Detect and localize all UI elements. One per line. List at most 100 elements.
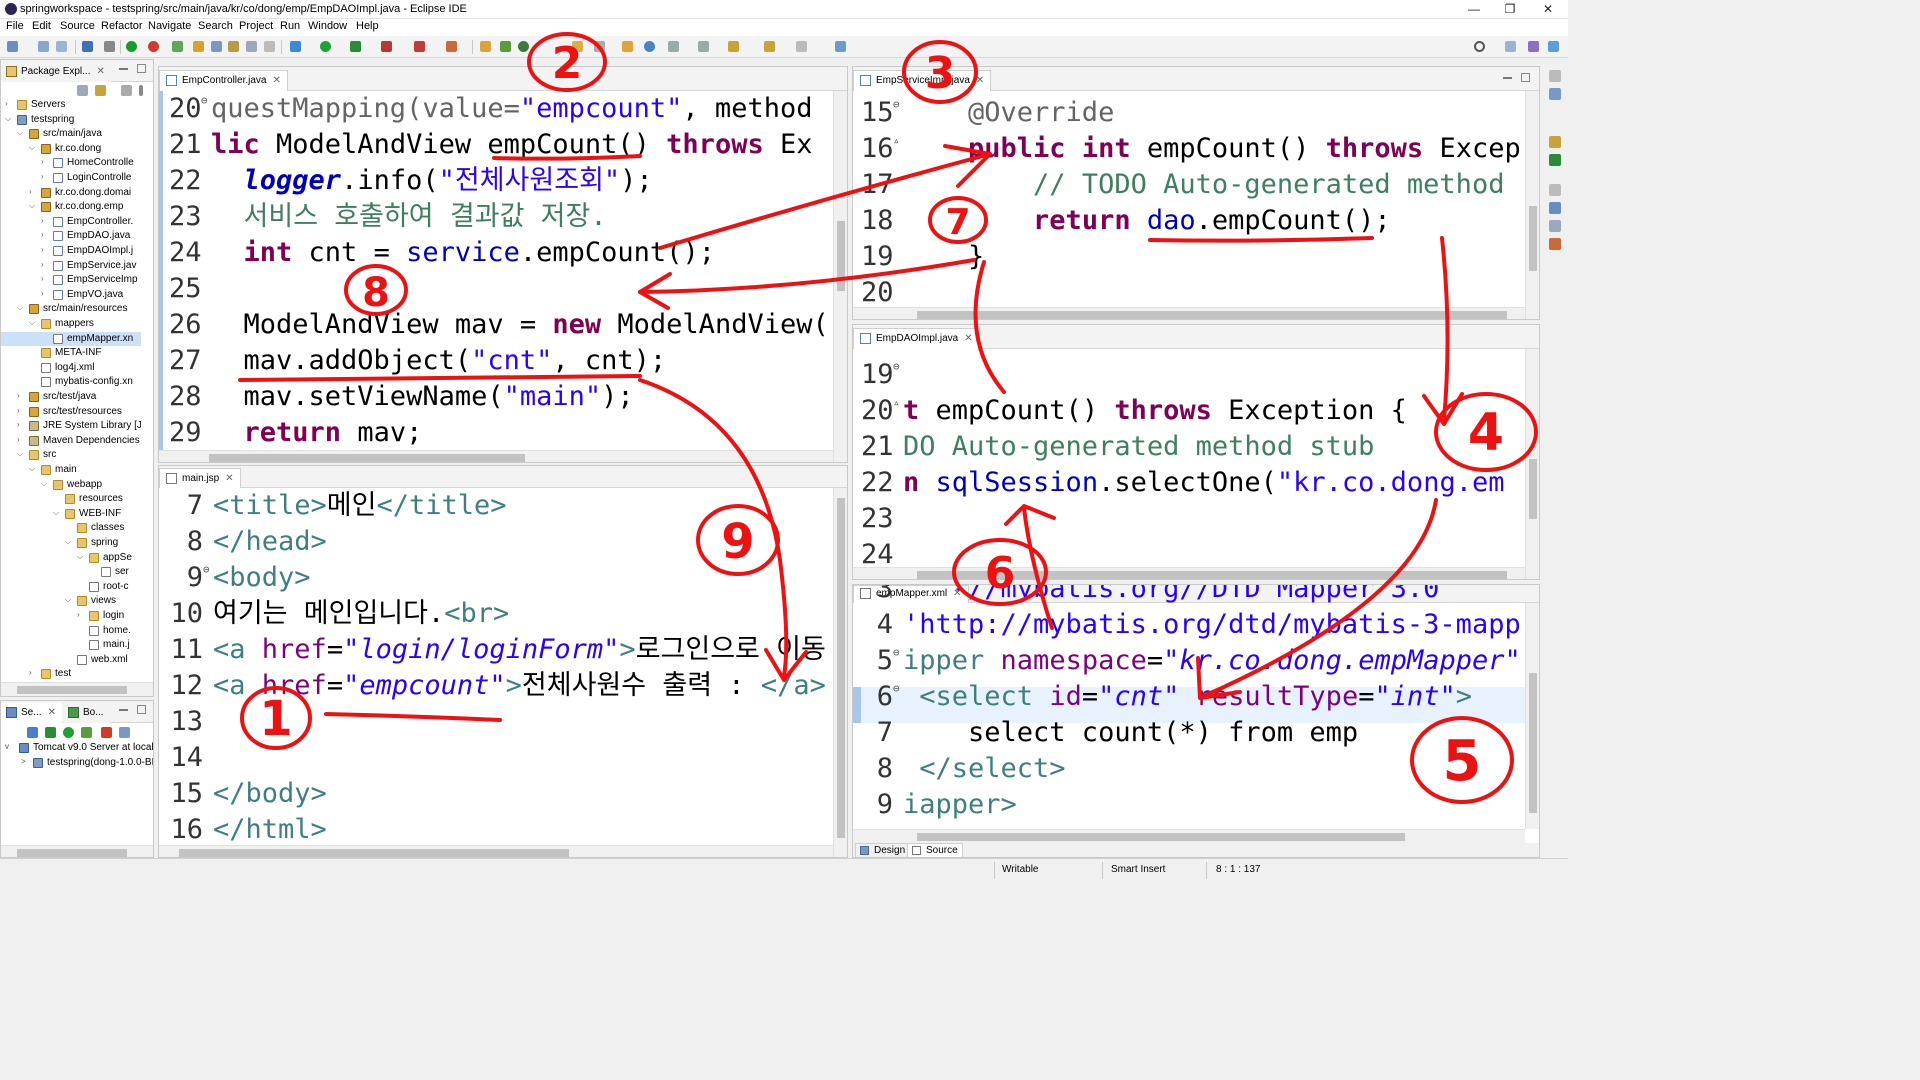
tree-item[interactable]: root-c [1, 580, 141, 594]
daoimpl-code[interactable]: 19⊖ 20▵ t empCount() throws Exception {21 D… [861, 357, 1525, 571]
tree-item[interactable]: › EmpVO.java [1, 288, 141, 302]
coverage-icon[interactable] [350, 41, 361, 52]
tab-emp-controller[interactable]: EmpController.java ✕ [159, 70, 288, 91]
tree-item[interactable]: › EmpController. [1, 215, 141, 229]
mapper-hscroll-thumb[interactable] [917, 833, 1405, 841]
restore-icon-2[interactable] [1549, 184, 1561, 196]
expand-icon[interactable]: v [5, 742, 13, 751]
serviceimpl-vscroll-thumb[interactable] [1529, 206, 1537, 271]
filter-icon[interactable] [121, 85, 132, 96]
code-line[interactable]: 17 // TODO Auto-generated method [861, 167, 1504, 203]
menu-help[interactable]: Help [356, 20, 379, 32]
expand-icon[interactable]: › [17, 435, 25, 444]
debug-icon[interactable] [290, 41, 301, 52]
tree-item[interactable]: ⌵ src [1, 448, 141, 462]
mapper-vscroll-thumb[interactable] [1529, 673, 1537, 813]
whitespace-icon[interactable] [264, 41, 275, 52]
collapse-icon[interactable]: ⌵ [77, 552, 85, 562]
maximize-view-icon[interactable] [137, 64, 146, 73]
code-line[interactable]: 19⊖ [861, 357, 903, 393]
collapse-icon[interactable]: ⌵ [41, 479, 49, 489]
close-icon[interactable]: ✕ [96, 66, 104, 77]
expand-icon[interactable]: › [41, 216, 49, 225]
collapse-all-icon[interactable] [77, 85, 88, 96]
close-icon[interactable]: ✕ [976, 75, 984, 86]
tree-item[interactable]: › src/test/java [1, 390, 141, 404]
mainjsp-code[interactable]: 7 <title>메인</title> 8 </head> 9⊖ <body> 10 여기는 … [165, 488, 833, 848]
debug-server-icon[interactable] [126, 41, 137, 52]
tree-item[interactable]: › LoginControlle [1, 171, 141, 185]
forward-icon[interactable] [796, 41, 807, 52]
tab-package-explorer[interactable]: Package Expl... ✕ [1, 62, 111, 82]
controller-hscroll-thumb[interactable] [209, 454, 525, 462]
tree-item[interactable]: mybatis-config.xn [1, 375, 141, 389]
expand-icon[interactable]: › [17, 420, 25, 429]
menu-run[interactable]: Run [280, 20, 300, 32]
collapse-icon[interactable]: ⌵ [29, 143, 37, 153]
collapse-icon[interactable]: ⌵ [17, 128, 25, 138]
maximize-view-icon[interactable] [137, 705, 146, 714]
menu-search[interactable]: Search [198, 20, 233, 32]
outline-icon[interactable] [1549, 88, 1561, 100]
tool-icon[interactable] [594, 41, 605, 52]
tree-item[interactable]: home. [1, 624, 141, 638]
code-line[interactable]: 24 [861, 537, 903, 571]
serviceimpl-code[interactable]: 15⊖ @Override 16▵ public int empCount() t… [861, 95, 1525, 311]
expand-icon[interactable]: › [17, 406, 25, 415]
code-line[interactable]: 26 ModelAndView mav = new ModelAndView( [169, 307, 829, 343]
console-icon[interactable] [1549, 202, 1561, 214]
code-line[interactable]: 23 [861, 501, 903, 537]
save-all-icon[interactable] [56, 41, 67, 52]
fold-marker-icon[interactable]: ⊖ [893, 95, 903, 115]
last-edit-icon[interactable] [728, 41, 739, 52]
tree-item[interactable]: ⌵ webapp [1, 478, 141, 492]
menu-source[interactable]: Source [60, 20, 95, 32]
tab-emp-service-impl[interactable]: EmpServiceImpl.java ✕ [853, 70, 992, 91]
back-icon[interactable] [764, 41, 775, 52]
code-line[interactable]: 22 n sqlSession.selectOne("kr.co.dong.em [861, 465, 1504, 501]
tree-item[interactable]: ⌵ appSe [1, 551, 141, 565]
code-line[interactable]: 13 [165, 704, 213, 740]
restore-icon[interactable] [1549, 70, 1561, 82]
code-line[interactable]: 9 iapper> [861, 787, 1017, 823]
code-line[interactable]: 20 [861, 275, 903, 311]
code-line[interactable]: 3 "-//mybatis.org//DTD Mapper 3.0 [861, 585, 1440, 607]
collapse-icon[interactable]: ⌵ [65, 595, 73, 605]
task-list-icon[interactable] [1549, 136, 1561, 148]
tree-item[interactable]: ser [1, 565, 141, 579]
tree-item[interactable]: empMapper.xn [1, 331, 141, 346]
code-line[interactable]: 15 </body> [165, 776, 326, 812]
tree-item[interactable]: ⌵ src/main/java [1, 127, 141, 141]
expand-icon[interactable]: › [41, 274, 49, 283]
publish-icon[interactable] [119, 727, 130, 738]
external-tools-icon[interactable] [381, 41, 392, 52]
prev-annotation-icon[interactable] [698, 41, 709, 52]
tree-item[interactable]: ⌵ views [1, 594, 141, 608]
toggle-mark-icon[interactable] [211, 41, 222, 52]
serviceimpl-hscroll[interactable] [853, 307, 1525, 319]
tree-item[interactable]: ⌵ WEB-INF [1, 507, 141, 521]
code-line[interactable]: 20⊖ questMapping(value="empcount", method [169, 91, 812, 127]
collapse-icon[interactable]: ⌵ [17, 303, 25, 313]
tab-source[interactable]: Source [907, 843, 963, 857]
collapse-icon[interactable]: ⌵ [29, 318, 37, 328]
new-class-icon[interactable] [518, 41, 529, 52]
daoimpl-vscroll[interactable] [1525, 349, 1539, 579]
code-line[interactable]: 12 <a href="empcount">전체사원수 출력 : </a> [165, 668, 825, 704]
tree-item[interactable]: › src/test/resources [1, 405, 141, 419]
pin-editor-icon[interactable] [835, 41, 846, 52]
tab-servers[interactable]: Se... ✕ [1, 703, 62, 723]
code-line[interactable]: 16 </html> [165, 812, 326, 848]
server-module-row[interactable]: > testspring(dong-1.0.0-BI [1, 756, 153, 770]
fold-marker-icon[interactable]: ⊖ [893, 357, 903, 377]
daoimpl-vscroll-thumb[interactable] [1529, 459, 1537, 519]
code-line[interactable]: 27 mav.addObject("cnt", cnt); [169, 343, 666, 379]
code-line[interactable]: 8 </select> [861, 751, 1066, 787]
fold-marker-icon[interactable]: ⊖ [893, 643, 903, 663]
link-editor-icon[interactable] [95, 85, 106, 96]
tree-item[interactable]: › test [1, 667, 141, 681]
stop-server-icon[interactable] [148, 41, 159, 52]
start-server-icon[interactable] [45, 727, 56, 738]
tree-item[interactable]: › JRE System Library [J [1, 419, 141, 433]
tab-design[interactable]: Design [855, 843, 911, 857]
